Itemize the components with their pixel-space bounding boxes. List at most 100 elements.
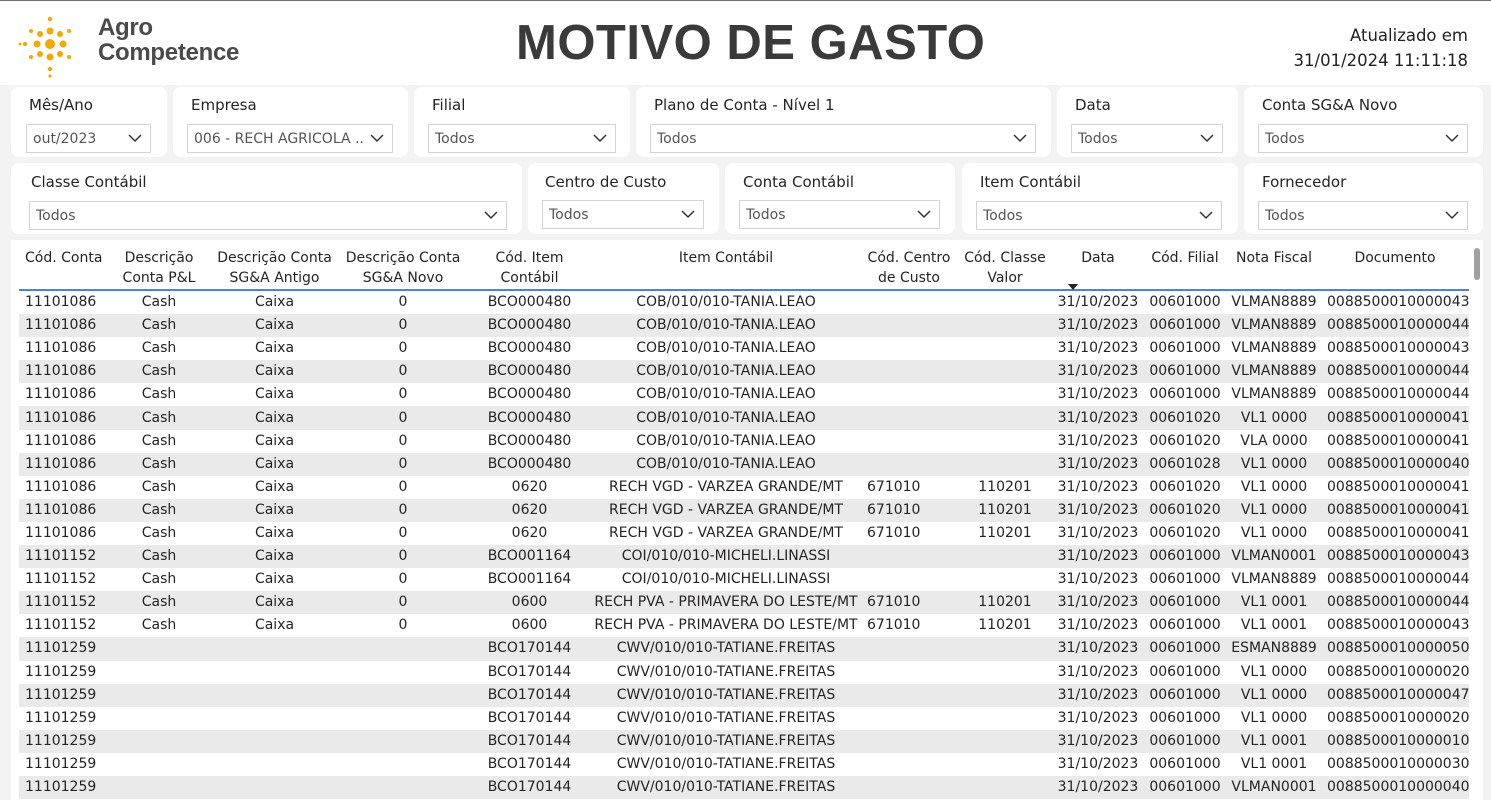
vertical-scrollbar[interactable]	[1474, 248, 1480, 280]
table-row[interactable]: 11101259 BCO170144 CWV/010/010-TATIANE.FRE…	[19, 637, 1469, 661]
table-cell: Caixa	[254, 524, 295, 541]
table-cell: 31/10/2023	[1057, 594, 1139, 611]
table-cell	[861, 753, 957, 776]
table-cell: 0600	[511, 594, 548, 611]
plano-conta-dropdown[interactable]: Todos	[650, 124, 1036, 153]
col-header-centro-custo[interactable]: Cód. Centro de Custo	[861, 240, 957, 290]
table-row[interactable]: 11101086 Cash Caixa 0 0620 RECH VGD - VARZEA …	[19, 475, 1469, 499]
col-header-cod-item[interactable]: Cód. Item Contábil	[468, 240, 591, 290]
table-row[interactable]: 11101086 Cash Caixa 0 BCO000480 COB/010/010-T…	[19, 360, 1469, 384]
table-cell: 00601000	[1149, 732, 1221, 749]
fornecedor-dropdown[interactable]: Todos	[1258, 201, 1468, 230]
table-cell: VL1 0000	[1240, 409, 1308, 426]
table-row[interactable]: 11101086 Cash Caixa 0 BCO000480 COB/010/010-T…	[19, 406, 1469, 430]
table-cell: 11101259	[25, 732, 97, 749]
table-row[interactable]: 11101086 Cash Caixa 0 BCO000480 COB/010/010-T…	[19, 452, 1469, 476]
dropdown-value: Todos	[1078, 131, 1118, 147]
table-row[interactable]: 11101152 Cash Caixa 0 BCO001164 COI/010/010-M…	[19, 545, 1469, 569]
table-cell: 00601000	[1149, 294, 1221, 311]
table-row[interactable]: 11101259 BCO170144 CWV/010/010-TATIANE.FRE…	[19, 752, 1469, 776]
table-cell	[861, 707, 957, 730]
table-cell	[861, 568, 957, 591]
col-header-data[interactable]: Data	[1053, 240, 1143, 290]
slicer-filial: Filial Todos	[414, 87, 630, 157]
table-cell: 11101086	[25, 409, 97, 426]
table-cell	[957, 406, 1053, 429]
table-cell: 00601020	[1149, 478, 1221, 495]
table-cell: 008850001000004​4	[1327, 317, 1469, 334]
table-row[interactable]: 11101259 BCO170144 CWV/010/010-TATIANE.FRE…	[19, 683, 1469, 707]
col-header-descricao-pl[interactable]: Descrição Conta P&L	[107, 240, 211, 290]
table-cell: 0	[398, 432, 408, 449]
table-cell	[957, 453, 1053, 476]
table-cell: Caixa	[254, 340, 295, 357]
slicer-label: Item Contábil	[980, 173, 1082, 191]
table-cell: Cash	[141, 617, 177, 634]
col-header-cod-conta[interactable]: Cód. Conta	[19, 240, 107, 290]
table-cell: ESMAN8889	[1231, 640, 1317, 657]
table-cell: COB/010/010-TANIA.LEAO	[636, 294, 816, 311]
page-title: MOTIVO DE GASTO	[516, 16, 986, 70]
col-header-documento[interactable]: Documento	[1321, 240, 1469, 290]
col-header-item-contabil[interactable]: Item Contábil	[591, 240, 861, 290]
table-row[interactable]: 11101086 Cash Caixa 0 0620 RECH VGD - VARZEA …	[19, 521, 1469, 546]
table-cell: 671010	[867, 501, 921, 518]
table-cell: 008850001000004​0	[1327, 779, 1469, 796]
table-cell	[211, 707, 338, 730]
table-cell	[957, 383, 1053, 406]
conta-contabil-dropdown[interactable]: Todos	[739, 200, 940, 229]
table-row[interactable]: 11101086 Cash Caixa 0 BCO000480 COB/010/010-T…	[19, 337, 1469, 361]
table-row[interactable]: 11101086 Cash Caixa 0 BCO000480 COB/010/010-T…	[19, 383, 1469, 407]
table-cell	[107, 776, 211, 799]
table-cell: 11101086	[25, 294, 97, 311]
mes-ano-dropdown[interactable]: out/2023	[26, 124, 151, 153]
table-cell: 11101259	[25, 709, 97, 726]
table-row[interactable]: 11101152 Cash Caixa 0 BCO001164 COI/010/010-M…	[19, 568, 1469, 592]
table-row[interactable]: 11101086 Cash Caixa 0 BCO000480 COB/010/010-T…	[19, 314, 1469, 338]
table-cell: 31/10/2023	[1057, 432, 1139, 449]
col-header-sga-antigo[interactable]: Descrição Conta SG&A Antigo	[211, 240, 338, 290]
table-row[interactable]: 11101259 BCO170144 CWV/010/010-TATIANE.FRE…	[19, 729, 1469, 753]
table-cell: 008850001000004​3	[1327, 340, 1469, 357]
table-cell: Caixa	[254, 294, 295, 311]
table-row[interactable]: 11101259 BCO170144 CWV/010/010-TATIANE.FRE…	[19, 706, 1469, 730]
table-cell: 00601000	[1149, 617, 1221, 634]
table-cell: VLMAN8889	[1231, 571, 1317, 588]
table-row[interactable]: 11101086 Cash Caixa 0 0620 RECH VGD - VARZEA …	[19, 498, 1469, 522]
table-cell: 00601000	[1149, 386, 1221, 403]
table-row[interactable]: 11101086 Cash Caixa 0 BCO000480 COB/010/010-T…	[19, 429, 1469, 453]
table-cell: 00601020	[1149, 409, 1221, 426]
slicer-conta-sga: Conta SG&A Novo Todos	[1244, 87, 1483, 157]
table-cell	[861, 545, 957, 568]
table-cell: 00601000	[1149, 571, 1221, 588]
table-cell: COB/010/010-TANIA.LEAO	[636, 363, 816, 380]
centro-custo-dropdown[interactable]: Todos	[542, 200, 704, 229]
col-header-classe-valor[interactable]: Cód. Classe Valor	[957, 240, 1053, 290]
table-cell: 671010	[867, 524, 921, 541]
table-cell: CWV/010/010-TATIANE.FREITAS	[616, 686, 836, 703]
table-row[interactable]: 11101152 Cash Caixa 0 0600 RECH PVA - PRIMAVE…	[19, 614, 1469, 638]
data-dropdown[interactable]: Todos	[1071, 124, 1223, 153]
table-cell: 110201	[978, 617, 1032, 634]
col-header-nota-fiscal[interactable]: Nota Fiscal	[1227, 240, 1321, 290]
col-header-sga-novo[interactable]: Descrição Conta SG&A Novo	[338, 240, 468, 290]
dropdown-value: Todos	[746, 207, 786, 223]
conta-sga-dropdown[interactable]: Todos	[1258, 124, 1468, 153]
table-cell: 008850001000004​4	[1327, 594, 1469, 611]
table-row[interactable]: 11101259 BCO170144 CWV/010/010-TATIANE.FRE…	[19, 660, 1469, 684]
table-cell: VLMAN0001	[1231, 779, 1317, 796]
table-cell: 31/10/2023	[1057, 524, 1139, 541]
table-row[interactable]: 11101152 Cash Caixa 0 0600 RECH PVA - PRIMAVE…	[19, 591, 1469, 615]
slicer-fornecedor: Fornecedor Todos	[1244, 163, 1483, 234]
col-header-cod-filial[interactable]: Cód. Filial	[1143, 240, 1227, 290]
empresa-dropdown[interactable]: 006 - RECH AGRICOLA ...	[187, 124, 393, 153]
classe-contabil-dropdown[interactable]: Todos	[29, 201, 507, 230]
table-cell: 11101086	[25, 363, 97, 380]
table-row[interactable]: 11101086 Cash Caixa 0 BCO000480 COB/010/010-T…	[19, 290, 1469, 315]
table-row[interactable]: 11101259 BCO170144 CWV/010/010-TATIANE.FRE…	[19, 775, 1469, 800]
table-cell	[107, 661, 211, 684]
item-contabil-dropdown[interactable]: Todos	[976, 201, 1222, 230]
table-cell	[211, 776, 338, 799]
table-cell: 110201	[978, 478, 1032, 495]
filial-dropdown[interactable]: Todos	[428, 124, 616, 153]
